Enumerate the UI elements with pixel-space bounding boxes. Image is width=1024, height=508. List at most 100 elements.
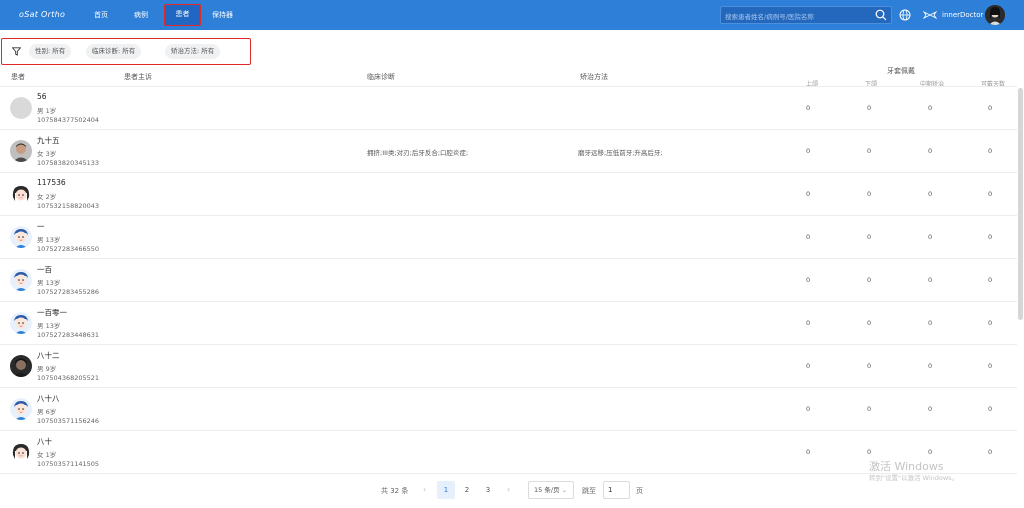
- patient-avatar: [10, 140, 32, 162]
- lower-count: 0: [867, 276, 872, 284]
- upper-count: 0: [806, 147, 811, 155]
- mid-ortho-count: 0: [928, 104, 933, 112]
- lower-count: 0: [867, 319, 872, 327]
- patient-sex-age: 男 13岁: [37, 279, 61, 287]
- patient-id: 107532158820043: [37, 202, 100, 210]
- wear-days-count: 0: [988, 233, 993, 241]
- upper-count: 0: [806, 276, 811, 284]
- wear-days-count: 0: [988, 362, 993, 370]
- table-row[interactable]: 56 男 1岁 107584377502404 0 0 0 0: [0, 87, 1017, 130]
- lower-count: 0: [867, 405, 872, 413]
- header-diagnosis: 临床诊断: [367, 73, 395, 81]
- page-suffix: 页: [636, 487, 643, 495]
- upper-count: 0: [806, 190, 811, 198]
- patient-id: 107503571156246: [37, 417, 100, 425]
- wear-days-count: 0: [988, 147, 993, 155]
- mid-ortho-count: 0: [928, 319, 933, 327]
- wear-days-count: 0: [988, 190, 993, 198]
- user-name[interactable]: innerDoctor: [942, 11, 983, 19]
- patient-name[interactable]: 56: [37, 92, 47, 101]
- lower-count: 0: [867, 362, 872, 370]
- patient-name[interactable]: 九十五: [37, 135, 60, 146]
- app-logo[interactable]: oSat Ortho: [19, 10, 65, 19]
- prev-page-icon[interactable]: ‹: [423, 485, 426, 494]
- patient-avatar: [10, 355, 32, 377]
- patient-id: 107583820345133: [37, 159, 100, 167]
- upper-count: 0: [806, 405, 811, 413]
- filter-chip-method[interactable]: 矫治方法: 所有: [165, 44, 221, 59]
- lower-count: 0: [867, 190, 872, 198]
- lower-count: 0: [867, 448, 872, 456]
- patient-sex-age: 女 2岁: [37, 193, 57, 201]
- wear-days-count: 0: [988, 448, 993, 456]
- mid-ortho-count: 0: [928, 276, 933, 284]
- top-nav-bar: oSat Ortho 首页 病例 患者 保持器 搜索患者姓名/病例号/医院名称 …: [0, 0, 1024, 30]
- patient-sex-age: 女 3岁: [37, 150, 57, 158]
- page-size-select[interactable]: 15 条/页 ⌄: [528, 481, 574, 499]
- wear-days-count: 0: [988, 405, 993, 413]
- page-3-button[interactable]: 3: [479, 481, 497, 499]
- mid-ortho-count: 0: [928, 233, 933, 241]
- patient-avatar: [10, 441, 32, 463]
- patient-name[interactable]: 117536: [37, 178, 66, 187]
- nav-cases[interactable]: 病例: [134, 10, 148, 20]
- search-box[interactable]: 搜索患者姓名/病例号/医院名称: [720, 6, 892, 24]
- filter-icon[interactable]: [12, 47, 21, 56]
- filter-chip-diagnosis[interactable]: 临床诊断: 所有: [86, 44, 142, 59]
- patient-id: 107504368205521: [37, 374, 100, 382]
- search-icon[interactable]: [875, 9, 887, 21]
- lower-count: 0: [867, 147, 872, 155]
- header-method: 矫治方法: [580, 73, 608, 81]
- patient-name[interactable]: 八十: [37, 436, 52, 447]
- chevron-down-icon: ⌄: [561, 486, 568, 494]
- mid-ortho-count: 0: [928, 190, 933, 198]
- header-complaint: 患者主诉: [124, 73, 152, 81]
- table-row[interactable]: 一百零一男 13岁 107527283448631 0 0 0 0: [0, 302, 1017, 345]
- next-page-icon[interactable]: ›: [507, 485, 510, 494]
- filter-chip-gender[interactable]: 性别: 所有: [29, 44, 72, 59]
- wings-icon: [923, 11, 937, 19]
- patient-sex-age: 男 1岁: [37, 107, 57, 115]
- globe-icon[interactable]: [899, 9, 911, 21]
- table-row[interactable]: 八十二男 9岁 107504368205521 0 0 0 0: [0, 345, 1017, 388]
- mid-ortho-count: 0: [928, 448, 933, 456]
- patient-avatar: [10, 183, 32, 205]
- table-row[interactable]: 八十八男 6岁 107503571156246 0 0 0 0: [0, 388, 1017, 431]
- table-row[interactable]: 八十女 1岁 107503571141505 0 0 0 0: [0, 431, 1017, 474]
- table-row[interactable]: 九十五女 3岁 107583820345133 拥挤;III类;对刃;后牙反合;口腔…: [0, 130, 1017, 173]
- patient-avatar: [10, 97, 32, 119]
- user-avatar[interactable]: [985, 5, 1005, 25]
- page-1-button[interactable]: 1: [437, 481, 455, 499]
- nav-retainer[interactable]: 保持器: [212, 10, 233, 20]
- patient-name[interactable]: 一百零一: [37, 307, 67, 318]
- patient-id: 107527283448631: [37, 331, 100, 339]
- mid-ortho-count: 0: [928, 147, 933, 155]
- header-aligner-group: 牙套佩戴: [887, 67, 915, 75]
- patient-sex-age: 男 13岁: [37, 236, 61, 244]
- table-row[interactable]: 117536 女 2岁 107532158820043 0 0 0 0: [0, 173, 1017, 216]
- patient-sex-age: 男 6岁: [37, 408, 57, 416]
- activation-watermark-subtitle: 转到"设置"以激活 Windows。: [869, 474, 959, 482]
- patient-name[interactable]: 八十二: [37, 350, 60, 361]
- patient-name[interactable]: 八十八: [37, 393, 60, 404]
- pagination-total: 共 32 条: [381, 487, 409, 495]
- mid-ortho-count: 0: [928, 362, 933, 370]
- table-row[interactable]: 一男 13岁 107527283466550 0 0 0 0: [0, 216, 1017, 259]
- patient-sex-age: 男 13岁: [37, 322, 61, 330]
- patient-name[interactable]: 一: [37, 221, 45, 232]
- wear-days-count: 0: [988, 104, 993, 112]
- search-placeholder: 搜索患者姓名/病例号/医院名称: [725, 13, 814, 21]
- patient-method: 磨牙远移;压低前牙;升高后牙;: [578, 149, 663, 157]
- scrollbar[interactable]: [1018, 88, 1023, 320]
- upper-count: 0: [806, 319, 811, 327]
- header-patient: 患者: [11, 73, 25, 81]
- patient-name[interactable]: 一百: [37, 264, 52, 275]
- wear-days-count: 0: [988, 319, 993, 327]
- page-2-button[interactable]: 2: [458, 481, 476, 499]
- patient-id: 107584377502404: [37, 116, 100, 124]
- table-row[interactable]: 一百男 13岁 107527283455286 0 0 0 0: [0, 259, 1017, 302]
- jump-page-input[interactable]: 1: [603, 481, 630, 499]
- lower-count: 0: [867, 104, 872, 112]
- nav-home[interactable]: 首页: [94, 10, 108, 20]
- nav-patients[interactable]: 患者: [164, 4, 201, 26]
